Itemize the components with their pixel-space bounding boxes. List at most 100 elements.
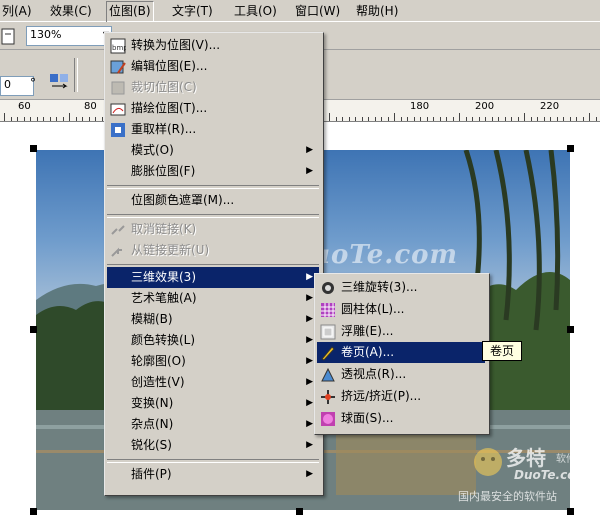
ruler-tick	[368, 117, 369, 121]
bitmaps-menu: bmp 转换为位图(V)... 编辑位图(E)... 裁切位图(C) 描绘位图(T)..…	[104, 32, 324, 496]
ruler-tick	[485, 117, 486, 121]
ruler-tick	[75, 117, 77, 121]
page-icon[interactable]	[0, 26, 22, 46]
position-field[interactable]: 0	[0, 76, 34, 96]
submenu-arrow-icon: ▶	[306, 166, 313, 176]
menu-text[interactable]: 文字(T)	[170, 0, 215, 22]
menu-item-label: 模式(O)	[131, 143, 174, 157]
3d-effects-menu-item[interactable]: 挤远/挤近(P)...	[317, 386, 485, 407]
ruler-tick	[329, 113, 330, 121]
ruler-tick	[342, 117, 343, 121]
menu-window[interactable]: 窗口(W)	[293, 0, 342, 22]
menu-separator	[107, 459, 319, 463]
menu-item-label: 编辑位图(E)...	[131, 59, 208, 73]
ruler-tick	[361, 117, 363, 121]
ruler-tick	[69, 113, 70, 121]
menu-tools[interactable]: 工具(O)	[232, 0, 279, 22]
bitmaps-menu-item[interactable]: 轮廓图(O) ▶	[107, 351, 319, 372]
ruler-tick	[537, 117, 538, 121]
bitmaps-menu-item[interactable]: 创造性(V) ▶	[107, 372, 319, 393]
bitmaps-menu-item[interactable]: 杂点(N) ▶	[107, 414, 319, 435]
bitmaps-menu-item[interactable]: 插件(P) ▶	[107, 464, 319, 485]
selection-handle[interactable]	[30, 145, 37, 152]
selection-handle[interactable]	[567, 326, 574, 333]
3d-effects-menu-item[interactable]: 浮雕(E)...	[317, 321, 485, 342]
bitmaps-menu-item[interactable]: 三维效果(3) ▶	[107, 267, 319, 288]
3d-effects-menu-item[interactable]: 卷页(A)...	[317, 342, 485, 364]
ruler-tick	[498, 117, 499, 121]
menu-help[interactable]: 帮助(H)	[354, 0, 400, 22]
bitmaps-menu-item: 从链接更新(U)	[107, 240, 319, 261]
emboss-icon	[320, 324, 336, 340]
submenu-arrow-icon: ▶	[306, 335, 313, 345]
ruler-tick	[88, 117, 90, 121]
menu-item-label: 卷页(A)...	[341, 345, 395, 360]
ruler-tick	[433, 117, 434, 121]
bitmaps-menu-item: 取消链接(K)	[107, 219, 319, 240]
position-value: 0	[4, 78, 11, 91]
bitmaps-menu-item[interactable]: 编辑位图(E)...	[107, 56, 319, 77]
ruler-tick	[465, 117, 467, 121]
ruler-tick	[543, 117, 545, 121]
bitmaps-menu-item[interactable]: 变换(N) ▶	[107, 393, 319, 414]
menu-column[interactable]: 列(A)	[0, 0, 34, 22]
menu-item-label: 描绘位图(T)...	[131, 101, 208, 115]
3d-effects-submenu: 三维旋转(3)... 圆柱体(L)... 浮雕(E)... 卷页(A)... 透视点(R…	[314, 273, 490, 435]
bitmaps-menu-item[interactable]: 膨胀位图(F) ▶	[107, 161, 319, 182]
mirror-horizontal-icon[interactable]	[48, 72, 70, 92]
menu-item-label: 三维效果(3)	[131, 270, 196, 284]
trace-bitmap-icon	[110, 101, 126, 117]
page-curl-icon	[320, 345, 336, 362]
watermark-brand-sub: 软件站	[556, 454, 586, 465]
submenu-arrow-icon: ▶	[306, 440, 313, 450]
ruler-tick	[576, 117, 577, 121]
ruler-tick	[17, 117, 18, 121]
menu-item-label: 球面(S)...	[341, 410, 394, 425]
menu-item-label: 艺术笔触(A)	[131, 291, 197, 305]
bitmaps-menu-item[interactable]: 重取样(R)...	[107, 119, 319, 140]
menu-bitmaps[interactable]: 位图(B)	[106, 1, 154, 23]
3d-effects-menu-item[interactable]: 透视点(R)...	[317, 364, 485, 385]
menu-item-label: 位图颜色遮罩(M)...	[131, 193, 235, 207]
perspective-icon	[320, 367, 336, 383]
selection-handle[interactable]	[296, 508, 303, 515]
3d-effects-menu-item[interactable]: 球面(S)...	[317, 408, 485, 429]
selection-handle[interactable]	[30, 508, 37, 515]
ruler-tick	[504, 117, 506, 121]
menu-item-label: 颜色转换(L)	[131, 333, 196, 347]
3d-effects-menu-item[interactable]: 三维旋转(3)...	[317, 277, 485, 298]
bitmaps-menu-item[interactable]: 位图颜色遮罩(M)...	[107, 190, 319, 211]
watermark-brand: 多特	[506, 446, 546, 470]
ruler-tick	[530, 117, 532, 121]
ruler-tick	[407, 117, 408, 121]
zoom-level-select[interactable]: 130% ▼	[26, 26, 112, 46]
bitmaps-menu-item[interactable]: 模糊(B) ▶	[107, 309, 319, 330]
menu-item-label: 插件(P)	[131, 467, 172, 481]
ruler-tick	[62, 117, 64, 121]
ruler-tick	[4, 113, 5, 121]
bitmaps-menu-item[interactable]: 颜色转换(L) ▶	[107, 330, 319, 351]
ruler-label: 80	[84, 101, 97, 112]
selection-handle[interactable]	[30, 326, 37, 333]
bitmaps-menu-item[interactable]: 模式(O) ▶	[107, 140, 319, 161]
menu-item-label: 重取样(R)...	[131, 122, 197, 136]
menu-item-label: 创造性(V)	[131, 375, 185, 389]
degree-label: °	[30, 76, 36, 90]
ruler-tick	[49, 117, 51, 121]
ruler-tick	[43, 117, 44, 121]
bitmaps-menu-item[interactable]: 描绘位图(T)...	[107, 98, 319, 119]
bitmaps-menu-item[interactable]: 锐化(S) ▶	[107, 435, 319, 456]
ruler-tick	[426, 117, 428, 121]
selection-handle[interactable]	[567, 145, 574, 152]
ruler-tick	[511, 117, 512, 121]
ruler-tick	[517, 117, 519, 121]
cylinder-icon	[320, 302, 336, 318]
ruler-tick	[582, 117, 584, 121]
submenu-arrow-icon: ▶	[306, 272, 313, 282]
3d-effects-menu-item[interactable]: 圆柱体(L)...	[317, 299, 485, 320]
watermark-slogan: 国内最安全的软件站	[458, 490, 557, 503]
ruler-tick	[101, 117, 103, 121]
menu-effects[interactable]: 效果(C)	[48, 0, 94, 22]
bitmaps-menu-item[interactable]: bmp 转换为位图(V)...	[107, 35, 319, 56]
bitmaps-menu-item[interactable]: 艺术笔触(A) ▶	[107, 288, 319, 309]
